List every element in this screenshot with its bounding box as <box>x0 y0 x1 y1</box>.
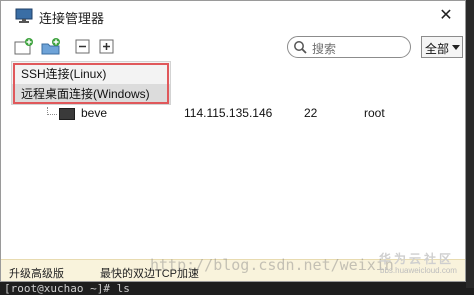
monitor-icon <box>15 8 33 23</box>
chevron-down-icon <box>452 45 460 50</box>
expand-all-icon[interactable] <box>97 37 117 57</box>
terminal-prompt: [root@xuchao ~]# ls <box>4 282 130 295</box>
new-folder-icon[interactable] <box>41 37 61 57</box>
terminal-background <box>466 0 474 288</box>
window-title: 连接管理器 <box>39 11 105 26</box>
terminal-icon <box>59 108 75 120</box>
upgrade-link[interactable]: 升级高级版 <box>9 265 64 281</box>
huawei-cloud-url: bbs.huaweicloud.com <box>380 266 457 275</box>
search-input[interactable]: 搜索 <box>287 36 411 58</box>
search-icon <box>294 41 307 54</box>
collapse-all-icon[interactable] <box>73 37 93 57</box>
connection-host: 114.115.135.146 <box>184 106 273 120</box>
filter-value: 全部 <box>425 42 450 56</box>
huawei-cloud-brand: 华为云社区 <box>379 252 455 266</box>
filter-dropdown[interactable]: 全部 <box>421 36 463 58</box>
title-bar: 连接管理器 ✕ <box>1 1 465 31</box>
search-placeholder: 搜索 <box>312 42 337 56</box>
close-button[interactable]: ✕ <box>433 4 459 28</box>
connection-user: root <box>364 106 385 120</box>
new-connection-icon[interactable] <box>14 37 34 57</box>
csdn-watermark: http://blog.csdn.net/weixin <box>150 256 394 274</box>
menu-highlight-outline <box>13 63 169 104</box>
tree-connector <box>47 107 57 115</box>
connection-manager-window: 连接管理器 ✕ 搜索 全部 SSH连接(Linux) 远程桌面连接(Window… <box>0 0 466 282</box>
connection-port: 22 <box>304 106 318 120</box>
connection-name: beve <box>81 106 108 120</box>
table-row[interactable]: beve 114.115.135.146 22 root <box>1 103 465 125</box>
